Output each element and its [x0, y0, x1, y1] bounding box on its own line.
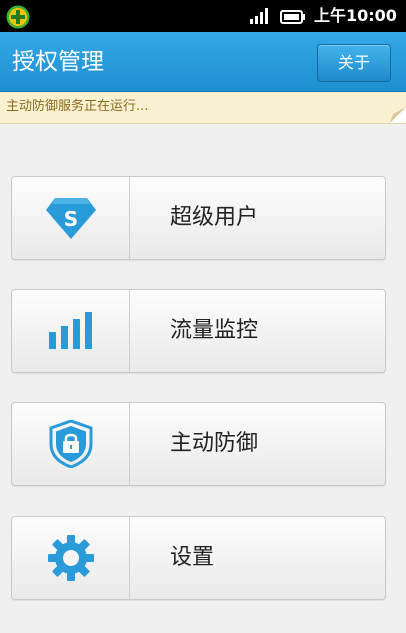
gear-icon — [47, 535, 94, 581]
battery-icon — [280, 9, 306, 24]
card-icon-cell: S — [12, 177, 130, 259]
menu-item-label: 超级用户 — [170, 205, 259, 230]
about-button[interactable]: 关于 — [317, 44, 391, 82]
page-title: 授权管理 — [12, 49, 104, 75]
service-status-banner: 主动防御服务正在运行... — [0, 92, 406, 124]
menu-item-label: 设置 — [170, 545, 215, 570]
app-bar: 授权管理 关于 — [0, 32, 406, 92]
superuser-shield-icon: S — [45, 196, 97, 240]
signal-bars-icon — [48, 312, 94, 350]
status-bar: 上午10:00 — [0, 0, 406, 32]
signal-icon — [250, 8, 270, 24]
menu-item-settings[interactable]: 设置 — [11, 516, 386, 600]
menu-item-superuser[interactable]: S 超级用户 — [11, 176, 386, 260]
menu-item-label: 流量监控 — [170, 318, 259, 343]
menu-item-active-defense[interactable]: 主动防御 — [11, 402, 386, 486]
svg-text:S: S — [63, 207, 77, 231]
app-notification-icon — [6, 5, 30, 29]
card-icon-cell — [12, 290, 130, 372]
card-icon-cell — [12, 403, 130, 485]
fold-corner-icon — [390, 107, 406, 123]
menu-item-traffic-monitor[interactable]: 流量监控 — [11, 289, 386, 373]
service-status-text: 主动防御服务正在运行... — [6, 99, 149, 114]
status-time: 上午10:00 — [314, 6, 397, 25]
lock-shield-icon — [49, 420, 93, 468]
card-icon-cell — [12, 517, 130, 599]
menu-item-label: 主动防御 — [170, 431, 259, 456]
